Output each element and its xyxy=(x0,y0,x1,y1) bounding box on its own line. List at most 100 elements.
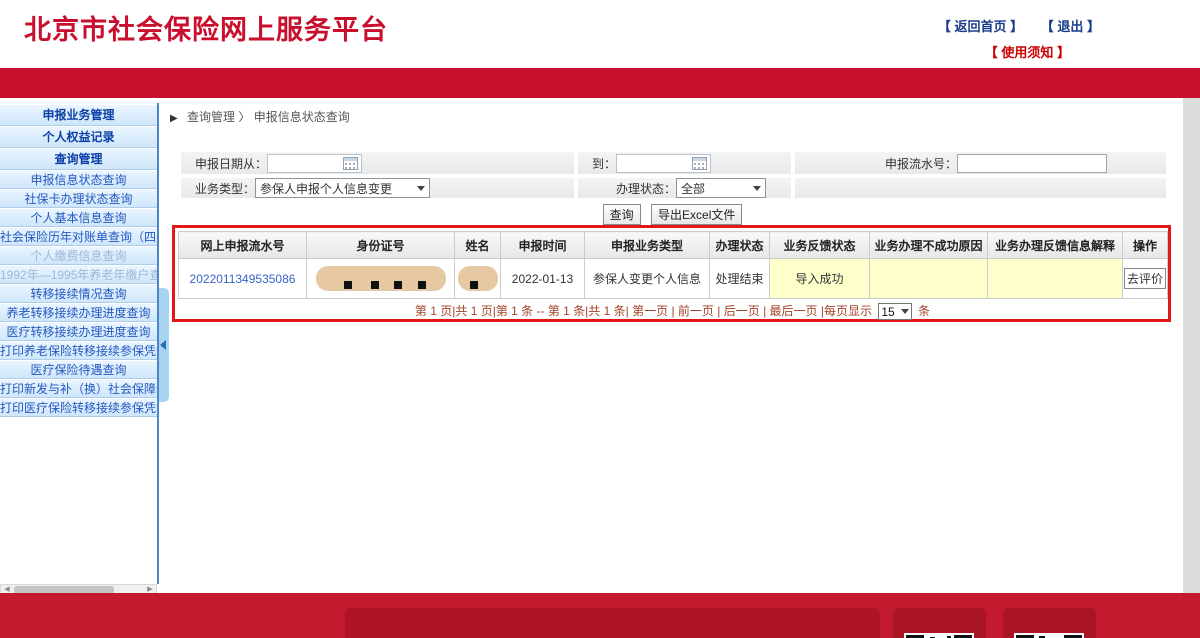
col-header-status: 办理状态 xyxy=(710,232,770,259)
qr-panel-right xyxy=(1003,608,1096,638)
usage-notice-link[interactable]: 【 使用须知 】 xyxy=(985,42,1070,61)
status-select[interactable]: 全部 xyxy=(676,178,766,198)
sidebar-item-print-medical-transfer-cert[interactable]: 打印医疗保险转移接续参保凭证 xyxy=(0,398,157,417)
date-to-input[interactable] xyxy=(616,154,711,173)
sidebar-item-transfer-status-query[interactable]: 转移接续情况查询 xyxy=(0,284,157,303)
col-header-name: 姓名 xyxy=(455,232,501,259)
pagination-info: 第 1 页|共 1 页|第 1 条 -- 第 1 条|共 1 条| xyxy=(415,304,629,318)
id-number-cell xyxy=(307,259,455,299)
breadcrumb-text: 查询管理 〉 申报信息状态查询 xyxy=(187,110,350,124)
name-cell xyxy=(455,259,501,299)
col-header-feedback-info: 业务办理反馈信息解释 xyxy=(988,232,1123,259)
pagination-separator: | xyxy=(668,304,678,318)
chevron-down-icon xyxy=(417,186,425,191)
serial-cell: 申报流水号： xyxy=(794,151,1167,175)
sidebar-item-declare-management[interactable]: 申报业务管理 xyxy=(0,104,157,126)
page: 北京市社会保险网上服务平台 【 返回首页 】 【 退出 】 【 使用须知 】 申… xyxy=(0,0,1200,638)
sidebar: 申报业务管理 个人权益记录 查询管理 申报信息状态查询 社保卡办理状态查询 个人… xyxy=(0,104,157,417)
date-from-label: 申报日期从： xyxy=(195,155,267,172)
apply-time-cell: 2022-01-13 xyxy=(501,259,585,299)
biz-type-select[interactable]: 参保人申报个人信息变更 xyxy=(255,178,430,198)
breadcrumb: ▶ 查询管理 〉 申报信息状态查询 xyxy=(170,108,350,125)
footer: 关于我们 法律声明 网站地图 建议征集 xyxy=(0,593,1200,638)
serial-label: 申报流水号： xyxy=(885,155,957,172)
evaluate-button[interactable]: 去评价 xyxy=(1124,268,1166,289)
sidebar-item-print-pension-transfer-cert[interactable]: 打印养老保险转移接续参保凭证 xyxy=(0,341,157,360)
chevron-down-icon xyxy=(753,186,761,191)
sidebar-collapse-handle[interactable] xyxy=(159,288,169,402)
footer-links-panel: 关于我们 法律声明 网站地图 建议征集 xyxy=(345,608,880,638)
status-cell: 办理状态： 全部 xyxy=(577,177,792,199)
per-page-label: |每页显示 xyxy=(821,304,872,318)
sidebar-item-payment-info-query[interactable]: 个人缴费信息查询 xyxy=(0,246,157,265)
sidebar-item-medical-benefit-query[interactable]: 医疗保险待遇查询 xyxy=(0,360,157,379)
col-header-biz-type: 申报业务类型 xyxy=(585,232,710,259)
per-page-select[interactable]: 15 xyxy=(878,303,911,320)
button-row: 查询 导出Excel文件 xyxy=(178,204,1167,225)
sidebar-item-social-card-status[interactable]: 社保卡办理状态查询 xyxy=(0,189,157,208)
next-page-link[interactable]: 后一页 xyxy=(724,304,760,318)
feedback-info-cell xyxy=(988,259,1123,299)
date-from-input[interactable] xyxy=(267,154,362,173)
status-value-cell: 处理结束 xyxy=(710,259,770,299)
date-to-cell: 到： xyxy=(577,151,792,175)
chevron-down-icon xyxy=(901,309,909,314)
collapse-left-triangle-icon xyxy=(160,340,166,350)
table-row: 2022011349535086 2022-01-13 参保人变更个人信息 处理… xyxy=(179,259,1168,299)
form-empty-cell xyxy=(794,177,1167,199)
sidebar-item-basic-info-query[interactable]: 个人基本信息查询 xyxy=(0,208,157,227)
feedback-status-cell: 导入成功 xyxy=(770,259,870,299)
calendar-icon[interactable] xyxy=(692,157,707,170)
qr-code-image xyxy=(1014,633,1084,638)
table-header-row: 网上申报流水号 身份证号 姓名 申报时间 申报业务类型 办理状态 业务反馈状态 … xyxy=(179,232,1168,259)
serial-number-link[interactable]: 2022011349535086 xyxy=(190,272,296,286)
per-page-selected-value: 15 xyxy=(881,305,894,319)
sidebar-item-medical-transfer-progress[interactable]: 医疗转移接续办理进度查询 xyxy=(0,322,157,341)
sidebar-item-query-management[interactable]: 查询管理 xyxy=(0,148,157,170)
last-page-link[interactable]: 最后一页 xyxy=(770,304,818,318)
header-red-band xyxy=(0,68,1200,98)
col-header-serial: 网上申报流水号 xyxy=(179,232,307,259)
sidebar-item-annual-statement-query[interactable]: 社会保险历年对账单查询（四险） xyxy=(0,227,157,246)
status-label: 办理状态： xyxy=(616,180,676,197)
sidebar-item-pension-transfer-progress[interactable]: 养老转移接续办理进度查询 xyxy=(0,303,157,322)
qr-code-image xyxy=(904,633,974,638)
date-to-label: 到： xyxy=(592,155,616,172)
sidebar-item-personal-rights[interactable]: 个人权益记录 xyxy=(0,126,157,148)
pagination: 第 1 页|共 1 页|第 1 条 -- 第 1 条|共 1 条| 第一页 | … xyxy=(178,302,1167,320)
biz-type-cell: 业务类型： 参保人申报个人信息变更 xyxy=(180,177,575,199)
first-page-link[interactable]: 第一页 xyxy=(632,304,668,318)
calendar-icon[interactable] xyxy=(343,157,358,170)
pagination-separator: | xyxy=(714,304,724,318)
logout-link[interactable]: 【 退出 】 xyxy=(1041,19,1100,34)
pagination-separator: | xyxy=(760,304,770,318)
col-header-action: 操作 xyxy=(1123,232,1168,259)
biz-type-label: 业务类型： xyxy=(195,180,255,197)
biz-type-value-cell: 参保人变更个人信息 xyxy=(585,259,710,299)
col-header-fail-reason: 业务办理不成功原因 xyxy=(870,232,988,259)
sidebar-item-1992-1995-query[interactable]: 1992年—1995年养老年缴户查询 xyxy=(0,265,157,284)
query-button[interactable]: 查询 xyxy=(603,204,641,225)
col-header-apply-time: 申报时间 xyxy=(501,232,585,259)
date-from-cell: 申报日期从： xyxy=(180,151,575,175)
breadcrumb-arrow-icon: ▶ xyxy=(170,113,178,124)
prev-page-link[interactable]: 前一页 xyxy=(678,304,714,318)
qr-panel-left xyxy=(893,608,986,638)
export-excel-button[interactable]: 导出Excel文件 xyxy=(651,204,742,225)
header-links: 【 返回首页 】 【 退出 】 xyxy=(924,16,1100,35)
page-title: 北京市社会保险网上服务平台 xyxy=(24,8,388,47)
per-page-suffix: 条 xyxy=(918,304,930,318)
id-number-redaction xyxy=(316,266,446,291)
status-selected-value: 全部 xyxy=(681,180,705,197)
fail-reason-cell xyxy=(870,259,988,299)
results-table: 网上申报流水号 身份证号 姓名 申报时间 申报业务类型 办理状态 业务反馈状态 … xyxy=(178,231,1168,299)
biz-type-selected-value: 参保人申报个人信息变更 xyxy=(260,180,392,197)
home-link[interactable]: 【 返回首页 】 xyxy=(938,19,1023,34)
right-gray-strip xyxy=(1183,98,1200,593)
col-header-id-number: 身份证号 xyxy=(307,232,455,259)
sidebar-item-print-card-receipt[interactable]: 打印新发与补（换）社会保障卡领取凭证 xyxy=(0,379,157,398)
name-redaction xyxy=(458,266,498,291)
serial-input[interactable] xyxy=(957,154,1107,173)
col-header-feedback-status: 业务反馈状态 xyxy=(770,232,870,259)
sidebar-item-declare-status-query[interactable]: 申报信息状态查询 xyxy=(0,170,157,189)
